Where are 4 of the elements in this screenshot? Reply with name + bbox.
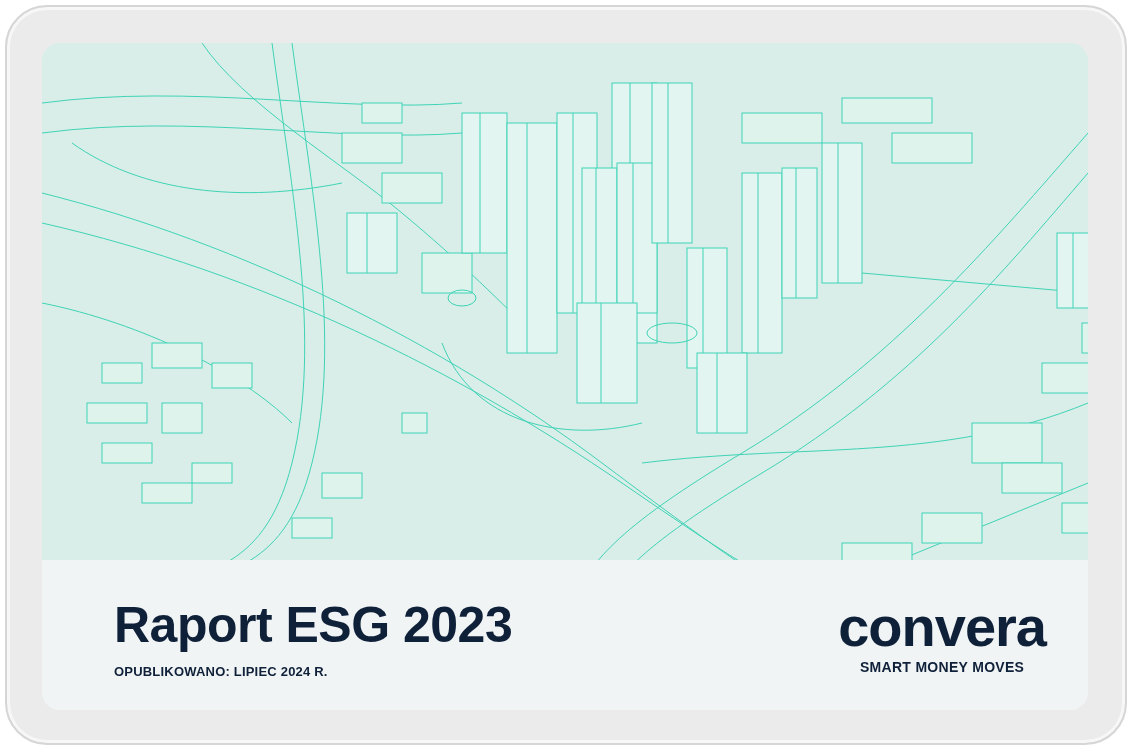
logo-wordmark: convera (838, 599, 1046, 655)
publication-date: OPUBLIKOWANO: LIPIEC 2024 R. (114, 663, 329, 679)
logo-tagline: SMART MONEY MOVES (859, 659, 1025, 675)
report-title: Raport ESG 2023 (114, 599, 513, 650)
